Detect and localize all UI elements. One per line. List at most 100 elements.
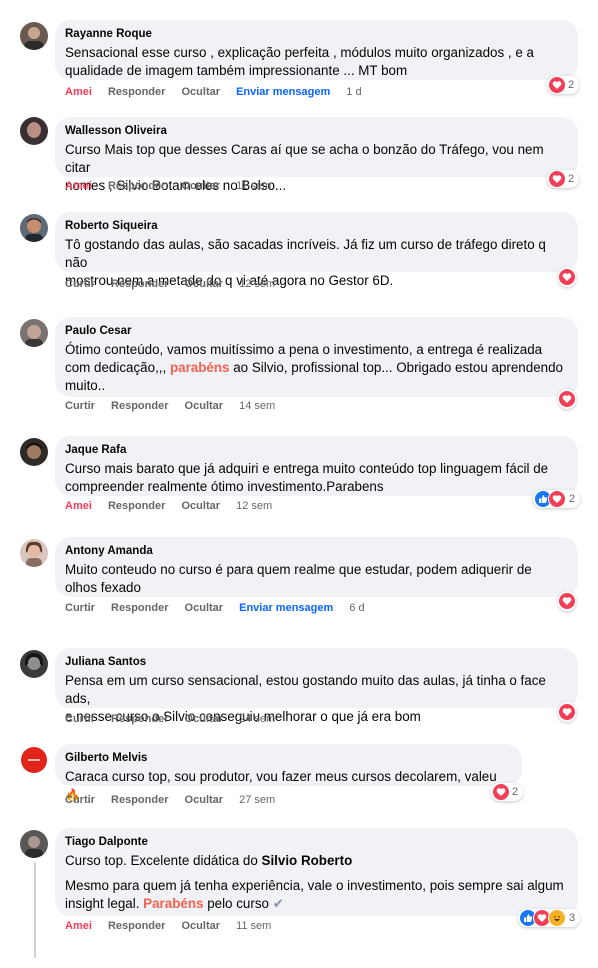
author-name[interactable]: Gilberto Melvis	[65, 751, 510, 765]
comment-text: Sensacional esse curso , explicação perf…	[65, 45, 534, 78]
like-button[interactable]: Curtir	[65, 602, 95, 614]
avatar[interactable]	[20, 539, 48, 567]
highlight-word: parabéns	[169, 360, 230, 375]
comment-text: Muito conteudo no curso é para quem real…	[65, 562, 532, 595]
avatar[interactable]	[20, 650, 48, 678]
avatar[interactable]	[20, 746, 48, 774]
reply-button[interactable]: Responder	[108, 180, 165, 192]
comment-actions: Amei Responder Ocultar 11 sem	[65, 179, 284, 193]
author-name[interactable]: Roberto Siqueira	[65, 219, 566, 233]
reaction-count: 2	[512, 786, 519, 798]
love-reaction-icon	[493, 784, 509, 800]
reaction-count: 2	[568, 173, 575, 185]
comment-bubble: Juliana Santos Pensa em um curso sensaci…	[55, 648, 578, 724]
reaction-badge[interactable]: 3	[518, 909, 581, 927]
reply-button[interactable]: Responder	[108, 920, 165, 932]
comment-text: Ótimo conteúdo, vamos muitíssimo a pena …	[65, 342, 563, 393]
love-reaction-icon	[559, 391, 575, 407]
hide-button[interactable]: Ocultar	[182, 180, 221, 192]
hide-button[interactable]: Ocultar	[182, 920, 221, 932]
timestamp[interactable]: 12 sem	[239, 278, 275, 290]
reaction-count: 2	[569, 493, 576, 505]
reply-button[interactable]: Responder	[111, 794, 168, 806]
avatar[interactable]	[20, 117, 48, 145]
reaction-badge[interactable]	[558, 702, 576, 722]
timestamp[interactable]: 11 sem	[236, 920, 271, 932]
hide-button[interactable]: Ocultar	[185, 713, 224, 725]
reply-button[interactable]: Responder	[108, 86, 165, 98]
timestamp[interactable]: 24 sem	[239, 713, 275, 725]
hide-button[interactable]: Ocultar	[185, 602, 224, 614]
hide-button[interactable]: Ocultar	[185, 400, 224, 412]
comment-bubble: Tiago Dalponte Curso top. Excelente didá…	[55, 828, 578, 916]
send-message-button[interactable]: Enviar mensagem	[236, 86, 330, 98]
comment-bubble: Wallesson Oliveira Curso Mais top que de…	[55, 117, 578, 193]
comment-text: Curso top. Excelente didática do Silvio …	[65, 853, 564, 911]
reaction-badge[interactable]: 2	[547, 170, 580, 188]
comment-actions: Amei Responder Ocultar Enviar mensagem 1…	[65, 85, 375, 99]
reaction-badge[interactable]	[558, 267, 576, 287]
timestamp[interactable]: 6 d	[349, 602, 364, 614]
love-reaction-icon	[548, 490, 566, 508]
hide-button[interactable]: Ocultar	[185, 794, 224, 806]
love-reaction-icon	[549, 171, 565, 187]
reply-button[interactable]: Responder	[111, 602, 168, 614]
hide-button[interactable]: Ocultar	[182, 500, 221, 512]
timestamp[interactable]: 1 d	[346, 86, 361, 98]
comment-actions: Curtir Responder Ocultar Enviar mensagem…	[65, 601, 378, 615]
author-name[interactable]: Rayanne Roque	[65, 27, 566, 41]
comment-text: Curso mais barato que já adquiri e entre…	[65, 461, 549, 494]
comment-bubble: Jaque Rafa Curso mais barato que já adqu…	[55, 436, 578, 496]
author-name[interactable]: Paulo Cesar	[65, 324, 566, 338]
avatar[interactable]	[20, 319, 48, 347]
check-emoji-icon: ✔	[272, 896, 284, 911]
reaction-badge[interactable]: 2	[491, 783, 524, 801]
send-message-button[interactable]: Enviar mensagem	[239, 602, 333, 614]
hide-button[interactable]: Ocultar	[182, 86, 221, 98]
haha-reaction-icon	[548, 909, 566, 927]
reaction-count: 3	[569, 912, 576, 924]
like-button[interactable]: Curtir	[65, 278, 95, 290]
reaction-badge[interactable]	[558, 389, 576, 409]
love-reaction-icon	[549, 77, 565, 93]
reaction-badge[interactable]	[558, 591, 576, 611]
love-reaction-icon	[559, 269, 575, 285]
mention[interactable]: Silvio Roberto	[262, 853, 353, 868]
highlight-word: Parabéns	[143, 896, 204, 911]
avatar[interactable]	[20, 438, 48, 466]
hide-button[interactable]: Ocultar	[185, 278, 224, 290]
avatar[interactable]	[20, 22, 48, 50]
like-button[interactable]: Curtir	[65, 400, 95, 412]
reaction-badge[interactable]: 2	[547, 76, 580, 94]
author-name[interactable]: Jaque Rafa	[65, 443, 566, 457]
comment-actions: Amei Responder Ocultar 11 sem	[65, 919, 284, 933]
like-button[interactable]: Curtir	[65, 794, 95, 806]
react-button[interactable]: Amei	[65, 500, 92, 512]
love-reaction-icon	[559, 593, 575, 609]
react-button[interactable]: Amei	[65, 86, 92, 98]
avatar[interactable]	[20, 214, 48, 242]
timestamp[interactable]: 27 sem	[239, 794, 275, 806]
reply-button[interactable]: Responder	[108, 500, 165, 512]
react-button[interactable]: Amei	[65, 180, 92, 192]
timestamp[interactable]: 12 sem	[236, 500, 272, 512]
reply-button[interactable]: Responder	[111, 278, 168, 290]
author-name[interactable]: Wallesson Oliveira	[65, 124, 566, 138]
reply-button[interactable]: Responder	[111, 713, 168, 725]
avatar[interactable]	[20, 830, 48, 858]
comment-bubble: Antony Amanda Muito conteudo no curso é …	[55, 537, 578, 597]
reply-button[interactable]: Responder	[111, 400, 168, 412]
author-name[interactable]: Antony Amanda	[65, 544, 566, 558]
author-name[interactable]: Juliana Santos	[65, 655, 566, 669]
like-button[interactable]: Curtir	[65, 713, 95, 725]
reaction-badge[interactable]: 2	[533, 490, 581, 508]
comment-bubble: Gilberto Melvis Caraca curso top, sou pr…	[55, 744, 522, 802]
timestamp[interactable]: 11 sem	[236, 180, 271, 192]
react-button[interactable]: Amei	[65, 920, 92, 932]
reaction-count: 2	[568, 79, 575, 91]
comment-actions: Curtir Responder Ocultar 24 sem	[65, 712, 288, 726]
comment-bubble: Paulo Cesar Ótimo conteúdo, vamos muitís…	[55, 317, 578, 397]
comment-bubble: Rayanne Roque Sensacional esse curso , e…	[55, 20, 578, 80]
timestamp[interactable]: 14 sem	[239, 400, 275, 412]
author-name[interactable]: Tiago Dalponte	[65, 835, 566, 849]
